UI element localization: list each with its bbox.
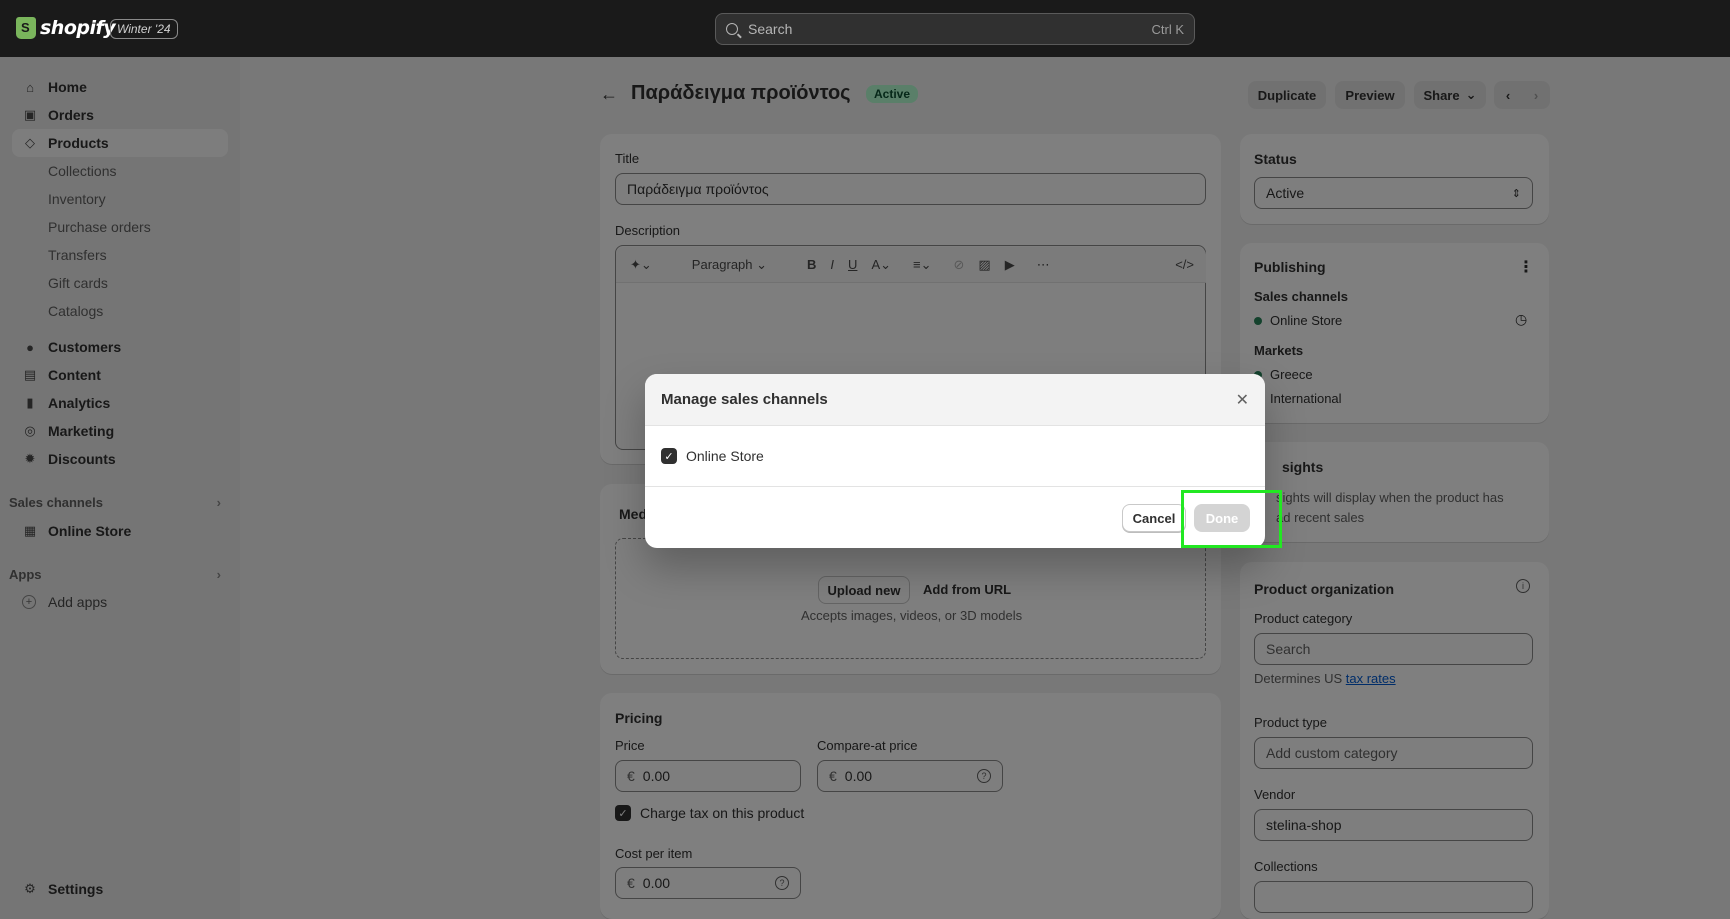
done-button-highlight [1181, 490, 1282, 548]
modal-header: Manage sales channels ✕ [645, 374, 1265, 426]
search-icon [726, 23, 738, 35]
channel-option-label: Online Store [686, 448, 764, 464]
cancel-button[interactable]: Cancel [1122, 504, 1186, 532]
shopify-bag-icon [16, 17, 36, 39]
edition-badge: Winter '24 [110, 19, 178, 39]
brand-name: shopify [40, 17, 116, 39]
channel-option-online-store[interactable]: ✓ Online Store [661, 448, 764, 464]
manage-sales-channels-modal: Manage sales channels ✕ ✓ Online Store C… [645, 374, 1265, 548]
close-icon[interactable]: ✕ [1236, 390, 1249, 410]
modal-title: Manage sales channels [661, 391, 828, 408]
top-bar: shopify Winter '24 Search Ctrl K [0, 0, 1730, 57]
shopify-logo[interactable]: shopify [16, 17, 116, 39]
checkbox-checked-icon[interactable]: ✓ [661, 448, 677, 464]
search-placeholder: Search [748, 21, 793, 37]
search-shortcut: Ctrl K [1151, 21, 1185, 37]
modal-divider [645, 486, 1265, 487]
search-bar[interactable]: Search Ctrl K [715, 13, 1195, 45]
